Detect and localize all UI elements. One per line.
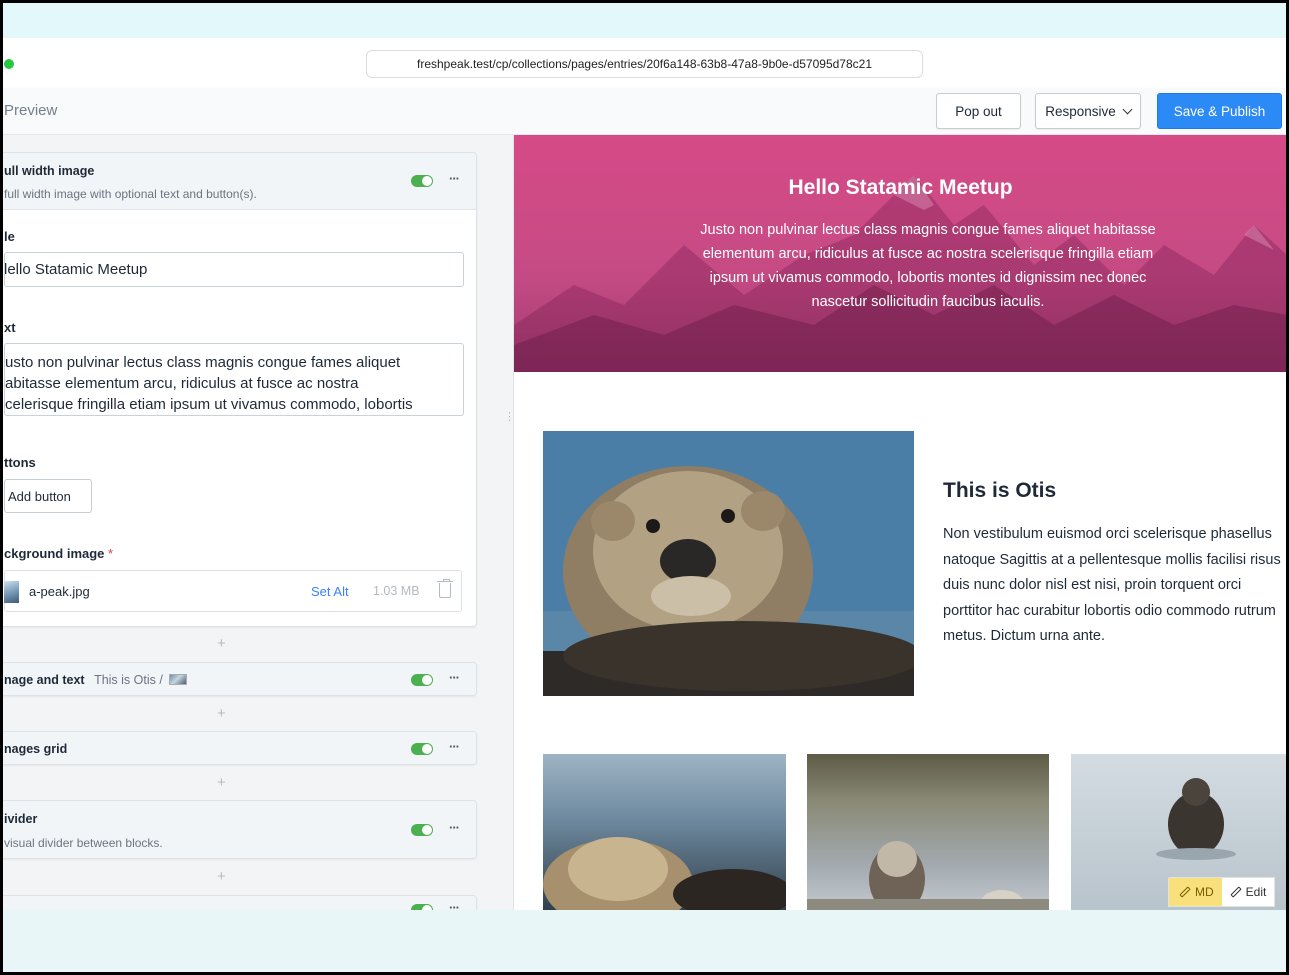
edit-button[interactable]: Edit [1222, 878, 1275, 906]
asset-row: a-peak.jpg Set Alt 1.03 MB [4, 570, 462, 612]
set-images-grid[interactable]: nages grid ··· [3, 731, 477, 765]
set-full-width-image: ull width image full width image with op… [3, 152, 477, 627]
more-options-icon[interactable]: ··· [449, 739, 460, 754]
otis-text-line: porttitor hac curabitur lobortis odio co… [943, 602, 1276, 619]
desktop-frame: freshpeak.test/cp/collections/pages/entr… [3, 3, 1286, 972]
more-options-icon[interactable]: ··· [449, 171, 460, 186]
title-field-label: le [4, 229, 15, 244]
set-enabled-toggle[interactable] [411, 674, 433, 686]
otis-text-line: natoque Sagittis at a pellentesque molli… [943, 551, 1281, 568]
otis-paragraph: Non vestibulum euismod orci scelerisque … [943, 522, 1286, 650]
set-header[interactable]: ivider visual divider between blocks. ··… [3, 801, 476, 858]
set-header[interactable]: nages grid ··· [3, 732, 476, 764]
preview-header: Preview Pop out Responsive Save & Publis… [3, 88, 1286, 135]
background-image-label: ckground image * [4, 546, 113, 561]
hero-text-line: elementum arcu, ridiculus at fusce ac no… [702, 246, 1154, 262]
markdown-button[interactable]: MD [1169, 878, 1222, 906]
set-description: visual divider between blocks. [4, 836, 163, 850]
buttons-field-label: ttons [4, 455, 36, 470]
add-set-plus-icon[interactable]: + [217, 635, 226, 652]
more-options-icon[interactable]: ··· [449, 900, 460, 910]
textarea-line: usto non pulvinar lectus class magnis co… [5, 354, 401, 371]
hero-text: Justo non pulvinar lectus class magnis c… [684, 218, 1172, 314]
set-divider[interactable]: ivider visual divider between blocks. ··… [3, 800, 477, 859]
page-title: Preview [4, 102, 58, 119]
set-enabled-toggle[interactable] [411, 824, 433, 836]
url-bar[interactable]: freshpeak.test/cp/collections/pages/entr… [366, 50, 923, 78]
otis-image [543, 431, 914, 696]
page-toolbar: MD Edit [1168, 877, 1276, 907]
hero-text-line: nascetur sollicitudin faucibus iaculis. [811, 294, 1045, 310]
set-header[interactable]: ··· [3, 896, 476, 910]
grid-image-2 [807, 754, 1049, 910]
otis-text-line: Non vestibulum euismod orci scelerisque … [943, 526, 1272, 542]
edit-label: Edit [1245, 885, 1267, 899]
ruler-icon [1179, 886, 1191, 898]
add-set-plus-icon[interactable]: + [217, 774, 226, 791]
text-field-label: xt [4, 320, 16, 335]
title-input-value: lello Statamic Meetup [4, 261, 148, 278]
hero-text-line: Justo non pulvinar lectus class magnis c… [700, 222, 1156, 238]
grid-image-1 [543, 754, 786, 910]
asset-thumbnail[interactable] [4, 581, 19, 603]
set-name: ivider [4, 812, 38, 826]
set-name: nages grid [4, 742, 68, 756]
pop-out-button[interactable]: Pop out [936, 93, 1021, 129]
window-maximize-button[interactable] [4, 59, 14, 69]
live-preview-panel: Hello Statamic Meetup Justo non pulvinar… [513, 135, 1286, 910]
set-preview-text: This is Otis / [94, 673, 163, 687]
browser-window: freshpeak.test/cp/collections/pages/entr… [3, 38, 1286, 910]
set-header[interactable]: nage and text This is Otis / ··· [3, 663, 476, 695]
title-input[interactable]: lello Statamic Meetup [4, 252, 464, 287]
more-options-icon[interactable]: ··· [449, 820, 460, 835]
add-button-button[interactable]: Add button [4, 479, 92, 513]
trash-icon[interactable] [437, 579, 453, 598]
otis-text-line: metus. Dictum urna ante. [943, 628, 1105, 644]
pencil-icon [1230, 886, 1242, 898]
text-textarea[interactable]: usto non pulvinar lectus class magnis co… [4, 343, 464, 416]
set-name: nage and text This is Otis / [4, 673, 188, 687]
background-image-label-text: ckground image [4, 546, 105, 561]
set-description: full width image with optional text and … [4, 187, 257, 201]
asset-filename[interactable]: a-peak.jpg [29, 584, 90, 599]
textarea-line: abitasse elementum arcu, ridiculus at fu… [5, 375, 359, 392]
editor-panel: ull width image full width image with op… [3, 135, 513, 910]
hero-text-line: ipsum ut vivamus commodo, lobortis monte… [709, 270, 1147, 286]
responsive-label: Responsive [1045, 103, 1116, 119]
hero-banner: Hello Statamic Meetup Justo non pulvinar… [514, 135, 1286, 372]
set-image-and-text[interactable]: nage and text This is Otis / ··· [3, 662, 477, 696]
required-mark: * [108, 546, 114, 561]
set-next[interactable]: ··· [3, 895, 477, 910]
set-name-text: nage and text [4, 673, 85, 687]
set-header[interactable]: ull width image full width image with op… [3, 153, 476, 210]
chevron-down-icon [1122, 104, 1133, 114]
set-preview-thumbnail [169, 674, 188, 685]
add-set-plus-icon[interactable]: + [217, 705, 226, 722]
more-options-icon[interactable]: ··· [449, 670, 460, 685]
save-publish-button[interactable]: Save & Publish [1157, 93, 1282, 129]
set-alt-link[interactable]: Set Alt [311, 584, 349, 599]
set-enabled-toggle[interactable] [411, 175, 433, 187]
otis-heading: This is Otis [943, 479, 1057, 502]
set-name: ull width image [4, 164, 95, 178]
md-label: MD [1195, 885, 1214, 899]
desktop-background [3, 910, 1286, 972]
otis-text-line: duis nunc dolor nisl est nisi, proin tor… [943, 577, 1242, 593]
add-set-plus-icon[interactable]: + [217, 868, 226, 885]
set-enabled-toggle[interactable] [411, 743, 433, 755]
responsive-select[interactable]: Responsive [1035, 93, 1141, 129]
asset-size: 1.03 MB [373, 584, 420, 598]
address-bar-row: freshpeak.test/cp/collections/pages/entr… [3, 38, 1286, 88]
textarea-line: celerisque fringilla etiam ipsum ut viva… [5, 396, 413, 413]
hero-title: Hello Statamic Meetup [788, 176, 1013, 199]
